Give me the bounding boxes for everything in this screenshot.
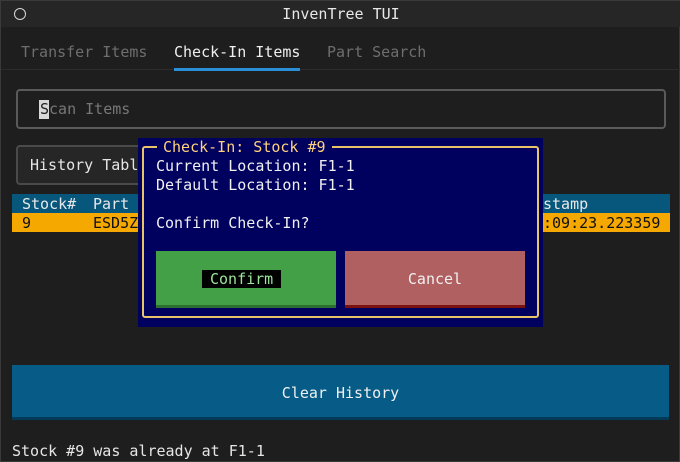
window-title: InvenTree TUI — [282, 5, 400, 23]
cell-stock: 9 — [22, 214, 32, 232]
title-bar: InvenTree TUI — [1, 1, 680, 27]
clear-history-button[interactable]: Clear History — [12, 365, 669, 420]
tab-check-in-items[interactable]: Check-In Items — [174, 43, 300, 61]
history-table-label: History Table — [30, 156, 146, 174]
confirm-button[interactable]: Confirm — [156, 251, 336, 308]
confirm-prompt: Confirm Check-In? — [156, 214, 310, 232]
tab-part-search[interactable]: Part Search — [327, 43, 426, 61]
cancel-button[interactable]: Cancel — [345, 251, 525, 308]
dialog-title: Check-In: Stock #9 — [157, 138, 332, 156]
tab-transfer-items[interactable]: Transfer Items — [21, 43, 147, 61]
current-location-text: Current Location: F1-1 — [156, 157, 355, 175]
active-tab-indicator — [174, 68, 300, 71]
default-location-text: Default Location: F1-1 — [156, 176, 355, 194]
check-in-dialog: Check-In: Stock #9 Current Location: F1-… — [138, 138, 543, 327]
app-window: InvenTree TUI Transfer Items Check-In It… — [0, 0, 680, 462]
cancel-label: Cancel — [407, 270, 463, 288]
tab-bar: Transfer Items Check-In Items Part Searc… — [1, 39, 680, 73]
column-header-timestamp[interactable]: stamp — [543, 195, 588, 213]
history-table-button[interactable]: History Table — [16, 145, 146, 185]
tab-divider — [1, 69, 680, 70]
scan-placeholder: Scan Items — [40, 100, 130, 118]
column-header-part[interactable]: Part — [93, 195, 129, 213]
confirm-label: Confirm — [202, 270, 282, 288]
scan-placeholder-first-char: S — [40, 100, 50, 118]
column-header-stock[interactable]: Stock# — [22, 195, 76, 213]
cell-part: ESD5Z — [93, 214, 139, 232]
scan-input[interactable]: Scan Items — [16, 89, 666, 129]
clear-history-label: Clear History — [281, 384, 400, 402]
scan-placeholder-rest: can Items — [49, 100, 131, 118]
status-message: Stock #9 was already at F1-1 — [12, 442, 265, 460]
cell-timestamp: :09:23.223359 — [543, 214, 661, 232]
